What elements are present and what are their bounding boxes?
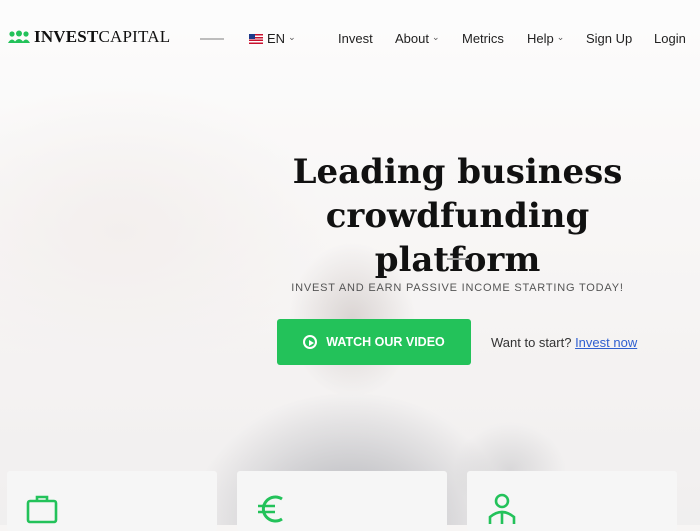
nav-help-label: Help xyxy=(527,31,554,46)
header-divider xyxy=(200,38,224,40)
brand-name-strong: INVEST xyxy=(34,27,99,46)
feature-card[interactable] xyxy=(467,471,677,531)
people-group-icon xyxy=(8,30,30,43)
investor-icon xyxy=(488,493,516,524)
nav-login[interactable]: Login xyxy=(654,31,686,46)
nav-about-label: About xyxy=(395,31,429,46)
nav-signup[interactable]: Sign Up xyxy=(586,31,632,46)
hero-tagline: INVEST AND EARN PASSIVE INCOME STARTING … xyxy=(291,282,624,294)
start-prompt: Want to start? Invest now xyxy=(491,335,637,350)
watch-video-button[interactable]: WATCH OUR VIDEO xyxy=(277,319,471,365)
nav-help[interactable]: Help ⌄ xyxy=(527,31,564,46)
nav-login-label: Login xyxy=(654,31,686,46)
brand-logo[interactable]: INVEST CAPITAL xyxy=(8,27,170,47)
nav-invest-label: Invest xyxy=(338,31,373,46)
hero-headline: Leading business crowdfunding platform xyxy=(240,150,675,282)
nav-signup-label: Sign Up xyxy=(586,31,633,46)
nav-about[interactable]: About ⌄ xyxy=(395,31,440,46)
nav-metrics[interactable]: Metrics xyxy=(462,31,504,46)
briefcase-icon xyxy=(26,495,58,524)
hero-headline-line1: Leading business xyxy=(292,152,623,192)
start-text: Want to start? xyxy=(491,335,572,350)
invest-now-link[interactable]: Invest now xyxy=(575,335,637,350)
play-circle-icon xyxy=(303,335,318,349)
language-code: EN xyxy=(267,31,286,46)
chevron-down-icon: ⌄ xyxy=(288,32,296,42)
feature-card[interactable] xyxy=(237,471,447,531)
nav-invest[interactable]: Invest xyxy=(338,31,373,46)
chevron-down-icon: ⌄ xyxy=(556,32,565,42)
hero-headline-line2: crowdfunding platform xyxy=(325,196,590,280)
chevron-down-icon: ⌄ xyxy=(431,32,440,42)
euro-icon xyxy=(258,495,283,523)
brand-name-light: CAPITAL xyxy=(98,27,171,46)
feature-card[interactable] xyxy=(7,471,217,531)
headline-underline xyxy=(447,258,469,260)
us-flag-icon xyxy=(249,33,263,44)
nav-metrics-label: Metrics xyxy=(462,31,504,46)
watch-video-label: WATCH OUR VIDEO xyxy=(326,335,445,349)
language-selector[interactable]: EN ⌄ xyxy=(249,31,296,46)
site-header: INVEST CAPITAL EN ⌄ Invest About ⌄ Metric… xyxy=(0,0,700,78)
